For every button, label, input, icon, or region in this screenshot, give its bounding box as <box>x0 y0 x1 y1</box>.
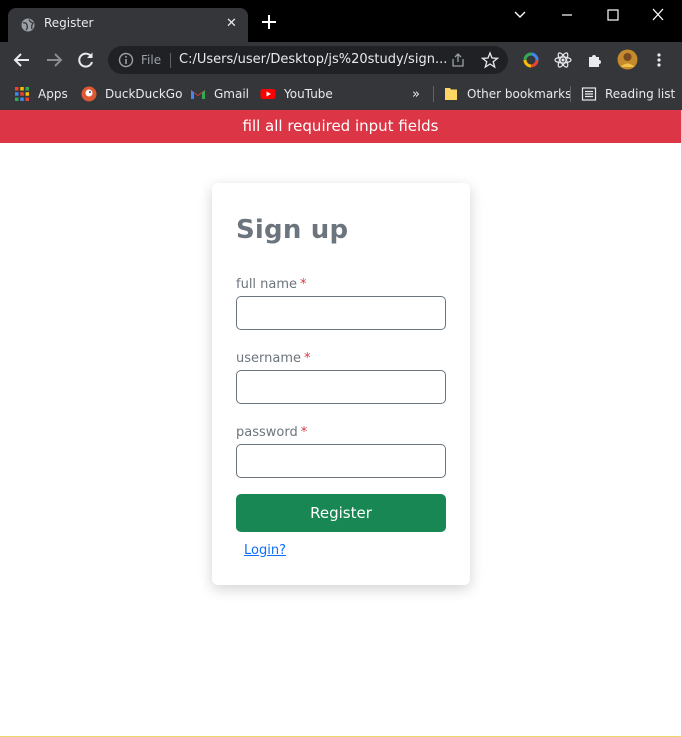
register-button[interactable]: Register <box>236 494 446 532</box>
bookmark-label: Gmail <box>214 87 250 101</box>
reading-list-icon <box>581 87 597 101</box>
signup-card: Sign up full name * username * password * R… <box>212 183 470 585</box>
error-alert-banner: fill all required input fields <box>0 110 681 143</box>
bookmark-label: Apps <box>38 87 68 101</box>
address-bar[interactable]: File C:/Users/user/Desktop/js%20study/si… <box>108 46 508 74</box>
bookmark-label: YouTube <box>284 87 333 101</box>
bookmarks-separator <box>570 86 571 102</box>
browser-toolbar: File C:/Users/user/Desktop/js%20study/si… <box>0 42 682 78</box>
username-input[interactable] <box>236 370 446 404</box>
page-viewport: fill all required input fields Sign up f… <box>0 110 682 737</box>
maximize-icon[interactable] <box>603 6 623 24</box>
globe-icon <box>21 18 35 32</box>
minimize-icon[interactable] <box>557 6 577 24</box>
back-arrow-icon[interactable] <box>12 50 32 70</box>
password-input[interactable] <box>236 444 446 478</box>
youtube-icon <box>260 89 276 99</box>
address-separator <box>170 53 171 68</box>
address-url[interactable]: C:/Users/user/Desktop/js%20study/sign... <box>179 52 449 67</box>
tab-close-icon[interactable]: ✕ <box>226 16 237 31</box>
bookmarks-overflow-chevron[interactable]: » <box>412 84 420 104</box>
bookmark-duckduckgo[interactable]: DuckDuckGo <box>81 84 182 104</box>
gmail-icon <box>191 90 205 99</box>
share-icon[interactable] <box>450 52 466 68</box>
forward-arrow-icon[interactable] <box>44 50 64 70</box>
more-menu-icon[interactable] <box>650 51 668 69</box>
bookmark-label: Reading list <box>605 87 676 101</box>
bookmark-label: DuckDuckGo <box>105 87 183 101</box>
tab-title: Register <box>44 16 94 30</box>
required-asterisk: * <box>304 351 311 366</box>
bookmark-gmail[interactable]: Gmail <box>190 84 249 104</box>
apps-grid-icon <box>15 87 29 101</box>
chevron-down-icon[interactable] <box>510 6 530 24</box>
password-label-text: password <box>236 425 298 440</box>
duckduckgo-icon <box>81 86 97 102</box>
reload-icon[interactable] <box>76 50 96 70</box>
username-label: username * <box>236 351 311 366</box>
address-scheme-label: File <box>141 53 162 67</box>
close-window-icon[interactable] <box>648 6 668 24</box>
color-ring-extension-icon[interactable] <box>522 51 540 69</box>
bookmark-youtube[interactable]: YouTube <box>260 84 333 104</box>
full-name-input[interactable] <box>236 296 446 330</box>
react-devtools-icon[interactable] <box>554 51 572 69</box>
full-name-label-text: full name <box>236 277 298 292</box>
full-name-label: full name * <box>236 277 307 292</box>
overflow-glyph: » <box>412 86 420 102</box>
new-tab-plus-icon[interactable] <box>260 13 278 31</box>
tab-register[interactable]: Register ✕ <box>8 8 248 42</box>
password-label: password * <box>236 425 307 440</box>
folder-icon <box>445 88 457 100</box>
username-label-text: username <box>236 351 301 366</box>
bookmark-apps[interactable]: Apps <box>14 84 68 104</box>
bookmark-label: Other bookmarks <box>467 87 572 101</box>
browser-titlebar: Register ✕ <box>0 0 682 42</box>
extensions-puzzle-icon[interactable] <box>586 51 604 69</box>
info-icon[interactable] <box>118 52 134 68</box>
page-title: Sign up <box>236 215 349 245</box>
bookmarks-separator <box>433 86 434 102</box>
login-link[interactable]: Login? <box>244 543 286 558</box>
bookmark-other-bookmarks[interactable]: Other bookmarks <box>443 84 571 104</box>
required-asterisk: * <box>300 425 308 440</box>
bookmarks-bar: Apps DuckDuckGo Gmail YouTube » Other bo… <box>0 78 682 110</box>
required-asterisk: * <box>300 277 307 292</box>
reading-list-button[interactable]: Reading list <box>581 84 675 104</box>
bookmark-star-icon[interactable] <box>481 51 499 69</box>
profile-avatar-icon[interactable] <box>617 49 638 70</box>
